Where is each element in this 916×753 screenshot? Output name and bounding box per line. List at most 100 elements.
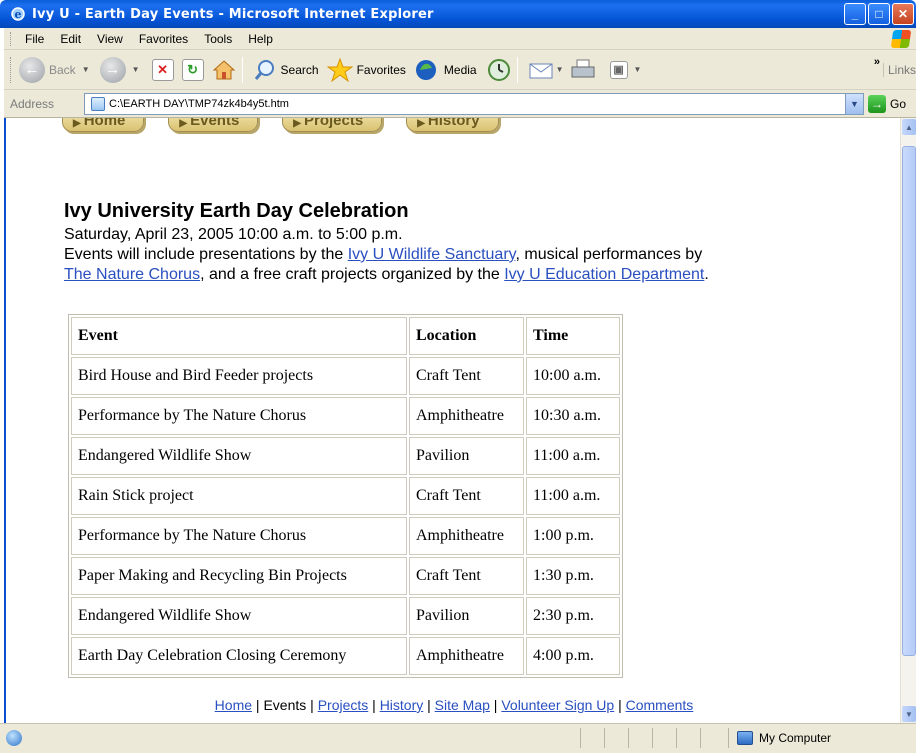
location-cell: Pavilion xyxy=(409,597,524,635)
date-line: Saturday, April 23, 2005 10:00 a.m. to 5… xyxy=(64,226,403,243)
footer-link-site-map[interactable]: Site Map xyxy=(435,697,490,713)
footer-link-volunteer[interactable]: Volunteer Sign Up xyxy=(501,697,614,713)
footer-link-comments[interactable]: Comments xyxy=(626,697,694,713)
stop-button[interactable]: ✕ xyxy=(151,55,174,85)
address-input[interactable]: C:\EARTH DAY\TMP74zk4b4y5t.htm ▼ xyxy=(84,93,864,115)
favorites-button[interactable]: Favorites xyxy=(326,55,406,85)
event-cell: Performance by The Nature Chorus xyxy=(71,517,407,555)
event-cell: Earth Day Celebration Closing Ceremony xyxy=(71,637,407,675)
time-cell: 1:00 p.m. xyxy=(526,517,620,555)
status-cell xyxy=(652,728,676,748)
status-cell xyxy=(580,728,604,748)
zone-label: My Computer xyxy=(759,731,832,745)
scroll-up-icon[interactable]: ▲ xyxy=(902,119,916,135)
media-button[interactable]: Media xyxy=(414,55,477,85)
home-icon xyxy=(212,59,235,79)
location-cell: Craft Tent xyxy=(409,477,524,515)
maximize-button[interactable]: □ xyxy=(868,3,890,25)
link-education-department[interactable]: Ivy U Education Department xyxy=(504,266,704,283)
triangle-icon: ▶ xyxy=(73,118,81,129)
toolbar-grip[interactable] xyxy=(10,31,13,46)
ie-logo-icon: e xyxy=(11,7,25,21)
address-bar: Address C:\EARTH DAY\TMP74zk4b4y5t.htm ▼… xyxy=(4,90,916,118)
go-button[interactable]: → Go xyxy=(867,95,906,113)
status-cell xyxy=(676,728,700,748)
table-row: Endangered Wildlife Show Pavilion 2:30 p.m… xyxy=(71,597,620,635)
table-row: Earth Day Celebration Closing Ceremony Am… xyxy=(71,637,620,675)
forward-button[interactable]: → ▼ xyxy=(99,55,140,85)
title-bar: e Ivy U - Earth Day Events - Microsoft I… xyxy=(0,0,916,28)
chevron-down-icon[interactable]: ▼ xyxy=(556,65,564,74)
footer-link-projects[interactable]: Projects xyxy=(318,697,369,713)
events-table: Event Location Time Bird House and Bird … xyxy=(68,314,623,678)
menu-favorites[interactable]: Favorites xyxy=(131,32,196,46)
event-cell: Bird House and Bird Feeder projects xyxy=(71,357,407,395)
media-icon xyxy=(415,59,436,80)
time-cell: 11:00 a.m. xyxy=(526,477,620,515)
close-button[interactable]: ✕ xyxy=(892,3,914,25)
home-button[interactable] xyxy=(212,55,236,85)
nav-tab-projects[interactable]: ▶ Projects xyxy=(282,118,383,132)
mail-button[interactable]: ▼ xyxy=(528,55,564,85)
footer-current-events: Events xyxy=(263,697,307,713)
security-zone: My Computer xyxy=(728,728,916,748)
footer-link-home[interactable]: Home xyxy=(215,697,252,713)
svg-text:e: e xyxy=(15,8,22,21)
go-label: Go xyxy=(889,97,906,111)
back-arrow-icon: ← xyxy=(19,56,45,83)
status-cell xyxy=(628,728,652,748)
time-cell: 10:00 a.m. xyxy=(526,357,620,395)
refresh-button[interactable]: ↻ xyxy=(181,55,204,85)
toolbar-grip[interactable] xyxy=(10,56,13,83)
chevron-down-icon[interactable]: ▼ xyxy=(634,65,642,74)
toolbar-separator xyxy=(516,56,518,83)
chevron-down-icon[interactable]: ▼ xyxy=(132,65,140,74)
address-url: C:\EARTH DAY\TMP74zk4b4y5t.htm xyxy=(109,98,289,110)
refresh-icon: ↻ xyxy=(181,58,204,81)
back-label: Back xyxy=(49,62,76,77)
minimize-button[interactable]: _ xyxy=(844,3,866,25)
separator: | xyxy=(368,697,380,713)
forward-arrow-icon: → xyxy=(99,56,126,83)
toolbar-overflow-icon[interactable]: » xyxy=(874,56,880,68)
edit-button[interactable]: ▣ ▼ xyxy=(609,55,642,85)
table-row: Rain Stick project Craft Tent 11:00 a.m. xyxy=(71,477,620,515)
search-button[interactable]: Search xyxy=(253,55,319,85)
intro-text: , musical performances by xyxy=(515,246,703,263)
history-button[interactable] xyxy=(487,55,511,85)
mail-icon xyxy=(529,63,553,78)
menu-edit[interactable]: Edit xyxy=(52,32,89,46)
menu-bar: File Edit View Favorites Tools Help xyxy=(4,28,916,50)
vertical-scrollbar[interactable]: ▲ ▼ xyxy=(900,118,916,723)
menu-help[interactable]: Help xyxy=(240,32,281,46)
footer-link-history[interactable]: History xyxy=(380,697,424,713)
table-row: Paper Making and Recycling Bin Projects C… xyxy=(71,557,620,595)
chevron-down-icon[interactable]: ▼ xyxy=(82,65,90,74)
nav-tab-history[interactable]: ▶ History xyxy=(406,118,499,132)
intro-text: , and a free craft projects organized by… xyxy=(200,266,505,283)
link-nature-chorus[interactable]: The Nature Chorus xyxy=(64,266,200,283)
page-icon xyxy=(91,97,105,111)
time-cell: 1:30 p.m. xyxy=(526,557,620,595)
scroll-down-icon[interactable]: ▼ xyxy=(902,706,916,722)
nav-tab-events[interactable]: ▶ Events xyxy=(168,118,259,132)
link-wildlife-sanctuary[interactable]: Ivy U Wildlife Sanctuary xyxy=(348,246,516,263)
nav-tab-label: History xyxy=(427,118,480,129)
scrollbar-thumb[interactable] xyxy=(902,146,916,656)
menu-view[interactable]: View xyxy=(89,32,131,46)
menu-tools[interactable]: Tools xyxy=(196,32,240,46)
table-row: Bird House and Bird Feeder projects Craft… xyxy=(71,357,620,395)
page-content: Ivy University Earth Day Celebration Sat… xyxy=(64,200,884,285)
print-button[interactable] xyxy=(570,55,596,85)
star-icon xyxy=(326,57,353,82)
back-button[interactable]: ← Back ▼ xyxy=(19,55,90,85)
menu-file[interactable]: File xyxy=(17,32,52,46)
toolbar-separator xyxy=(241,56,243,83)
triangle-icon: ▶ xyxy=(417,118,425,129)
chevron-down-icon[interactable]: ▼ xyxy=(845,94,863,114)
edit-page-icon: ▣ xyxy=(609,60,628,79)
nav-tab-home[interactable]: ▶ Home xyxy=(62,118,145,132)
event-cell: Endangered Wildlife Show xyxy=(71,597,407,635)
links-label[interactable]: Links xyxy=(882,63,916,77)
separator: | xyxy=(252,697,264,713)
